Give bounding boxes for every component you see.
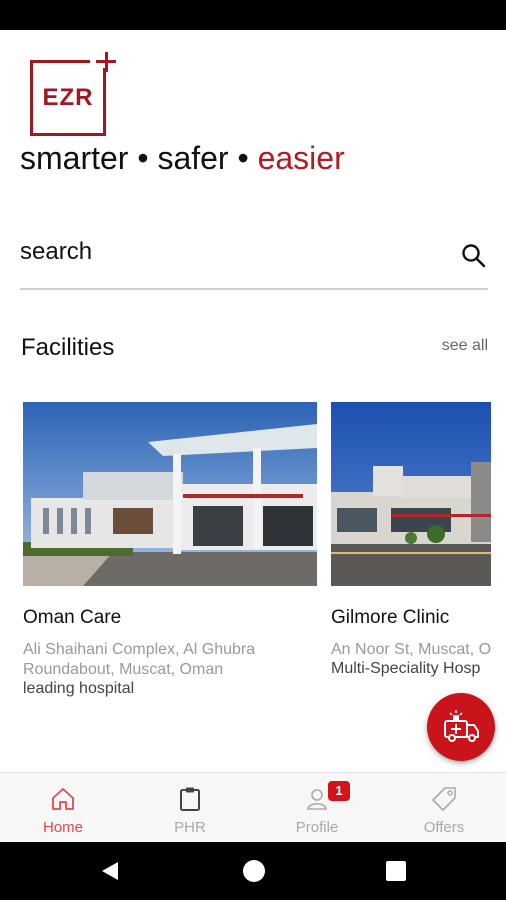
- notification-badge: 1: [328, 781, 350, 801]
- facility-description: Multi-Speciality Hosp: [331, 660, 481, 677]
- facility-address: An Noor St, Muscat, O: [331, 640, 491, 660]
- user-icon: [307, 789, 327, 810]
- nav-label: Offers: [423, 819, 465, 836]
- tagline-accent: easier: [257, 140, 345, 176]
- facility-address-line: An Noor St, Muscat, O: [331, 641, 492, 658]
- tagline-text: smarter • safer •: [20, 140, 258, 176]
- nav-label: Profile: [295, 819, 339, 836]
- bottom-nav: Home PHR 1 Profile Offers: [0, 772, 506, 842]
- nav-item-offers[interactable]: Offers: [381, 773, 506, 843]
- home-icon: [52, 788, 74, 810]
- facility-name: Gilmore Clinic: [331, 607, 450, 628]
- search-icon[interactable]: [460, 242, 488, 270]
- back-icon[interactable]: [100, 860, 120, 882]
- facility-address: Ali Shaihani Complex, Al Ghubra Roundabo…: [23, 640, 255, 680]
- search-bar[interactable]: search: [20, 228, 488, 290]
- facility-address-line: Ali Shaihani Complex, Al Ghubra: [23, 641, 256, 658]
- nav-item-phr[interactable]: PHR: [127, 773, 253, 843]
- nav-label: Home: [42, 819, 83, 836]
- system-nav-bar: [0, 842, 506, 900]
- see-all-link[interactable]: see all: [442, 337, 488, 355]
- facility-image[interactable]: [23, 402, 317, 586]
- tag-icon: [432, 787, 456, 811]
- nav-item-profile[interactable]: 1 Profile: [254, 773, 380, 843]
- emergency-button[interactable]: [427, 693, 495, 761]
- facility-address-line: Roundabout, Muscat, Oman: [23, 661, 224, 678]
- tagline: smarter • safer • easier: [20, 140, 345, 177]
- facility-description: leading hospital: [23, 680, 135, 697]
- clipboard-icon: [180, 787, 200, 811]
- nav-label: PHR: [174, 819, 206, 836]
- search-input[interactable]: search: [20, 238, 92, 266]
- facilities-title: Facilities: [21, 334, 115, 361]
- logo-text: EZR: [42, 84, 94, 111]
- ezr-logo: EZR: [30, 52, 120, 138]
- facility-name: Oman Care: [23, 607, 122, 628]
- nav-item-home[interactable]: Home: [0, 773, 126, 843]
- ambulance-icon: [444, 710, 479, 742]
- status-bar: [0, 0, 506, 30]
- home-circle-icon[interactable]: [243, 860, 265, 882]
- recent-apps-icon[interactable]: [386, 861, 406, 881]
- facility-card-gilmore-clinic[interactable]: Gilmore Clinic An Noor St, Muscat, O Mul…: [331, 402, 506, 702]
- facility-image[interactable]: [331, 402, 491, 586]
